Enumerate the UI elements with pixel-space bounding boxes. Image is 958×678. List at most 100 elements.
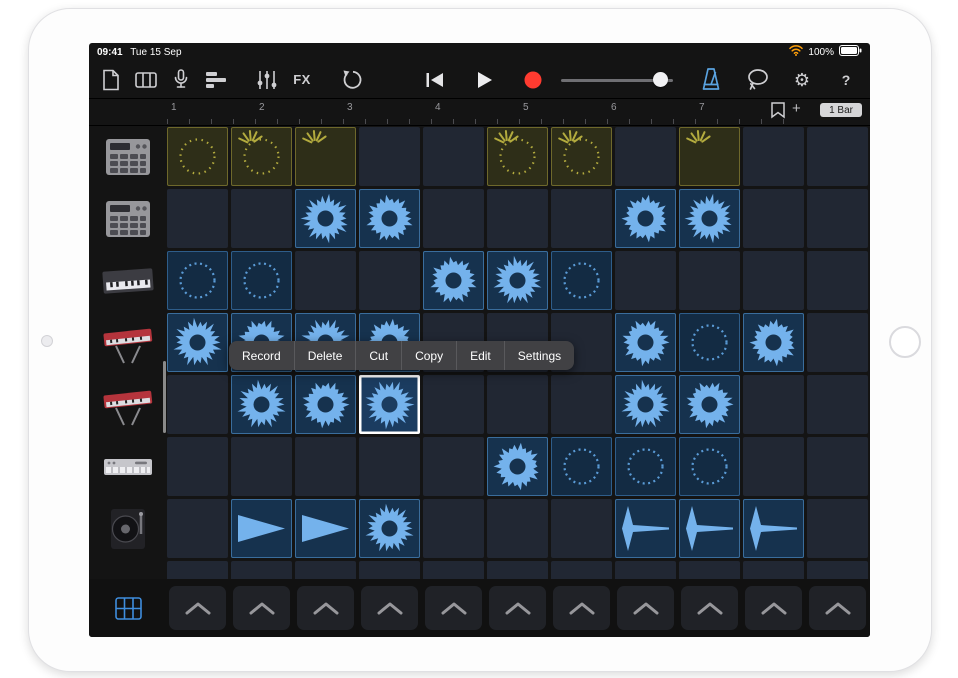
loop-cell-r3-c1[interactable] bbox=[167, 251, 228, 310]
loop-browser-icon[interactable] bbox=[746, 68, 770, 92]
loop-cell-r3-c2[interactable] bbox=[231, 251, 292, 310]
tracks-view-icon[interactable] bbox=[204, 68, 228, 92]
selected-loop-cell[interactable] bbox=[359, 375, 420, 434]
loop-cell-r2-c3[interactable] bbox=[295, 189, 356, 248]
column-trigger-7[interactable] bbox=[553, 586, 610, 630]
loop-cell-r2-c8[interactable] bbox=[615, 189, 676, 248]
loop-cell-r6-c7[interactable] bbox=[551, 437, 612, 496]
loop-cell-r1-c9[interactable] bbox=[679, 127, 740, 186]
loop-cell-r7-c1[interactable] bbox=[167, 499, 228, 558]
track-header-turntable[interactable] bbox=[89, 499, 167, 558]
menu-item-settings[interactable]: Settings bbox=[504, 341, 574, 370]
loop-cell-r2-c7[interactable] bbox=[551, 189, 612, 248]
loop-cell-r2-c6[interactable] bbox=[487, 189, 548, 248]
loop-cell-r1-c3[interactable] bbox=[295, 127, 356, 186]
track-header-red-keyboard-1[interactable] bbox=[89, 313, 167, 372]
loop-cell-r4-c1[interactable] bbox=[167, 313, 228, 372]
record-icon[interactable] bbox=[521, 68, 545, 92]
loop-cell-r7-c8[interactable] bbox=[615, 499, 676, 558]
loop-cell-r5-c2[interactable] bbox=[231, 375, 292, 434]
loop-cell-r7-c6[interactable] bbox=[487, 499, 548, 558]
loop-cell-r3-c8[interactable] bbox=[615, 251, 676, 310]
loop-cell-r8-c7[interactable] bbox=[551, 561, 612, 579]
loop-cell-r8-c1[interactable] bbox=[167, 561, 228, 579]
loop-cell-r5-c9[interactable] bbox=[679, 375, 740, 434]
loop-cell-r6-c5[interactable] bbox=[423, 437, 484, 496]
loop-cell-r2-c4[interactable] bbox=[359, 189, 420, 248]
volume-slider[interactable] bbox=[561, 77, 673, 83]
loop-cell-r8-c6[interactable] bbox=[487, 561, 548, 579]
loop-cell-r7-c2[interactable] bbox=[231, 499, 292, 558]
loop-cell-r3-c6[interactable] bbox=[487, 251, 548, 310]
mixer-icon[interactable] bbox=[255, 68, 279, 92]
loop-cell-r5-c10[interactable] bbox=[743, 375, 804, 434]
cell-grid-icon[interactable] bbox=[115, 597, 142, 625]
loop-cell-r6-c2[interactable] bbox=[231, 437, 292, 496]
volume-slider-knob[interactable] bbox=[653, 72, 668, 87]
loop-cell-r8-c9[interactable] bbox=[679, 561, 740, 579]
loop-cell-r3-c7[interactable] bbox=[551, 251, 612, 310]
settings-gear-icon[interactable]: ⚙ bbox=[790, 68, 814, 92]
loop-cell-r2-c2[interactable] bbox=[231, 189, 292, 248]
track-header-gray-keyboard[interactable] bbox=[89, 437, 167, 496]
loop-cell-r1-c7[interactable] bbox=[551, 127, 612, 186]
loop-cell-r2-c10[interactable] bbox=[743, 189, 804, 248]
loop-cell-r7-c7[interactable] bbox=[551, 499, 612, 558]
loop-cell-r8-c2[interactable] bbox=[231, 561, 292, 579]
column-trigger-3[interactable] bbox=[297, 586, 354, 630]
loop-cell-r2-c5[interactable] bbox=[423, 189, 484, 248]
loop-cell-r6-c8[interactable] bbox=[615, 437, 676, 496]
menu-item-copy[interactable]: Copy bbox=[401, 341, 456, 370]
loop-cell-r5-c11[interactable] bbox=[807, 375, 868, 434]
microphone-icon[interactable] bbox=[169, 68, 193, 92]
loop-cell-r8-c5[interactable] bbox=[423, 561, 484, 579]
home-button[interactable] bbox=[889, 326, 921, 358]
track-header-synth-keyboard[interactable] bbox=[89, 251, 167, 310]
loop-cell-r8-c3[interactable] bbox=[295, 561, 356, 579]
column-trigger-10[interactable] bbox=[745, 586, 802, 630]
loop-cell-r2-c9[interactable] bbox=[679, 189, 740, 248]
loop-cell-r4-c9[interactable] bbox=[679, 313, 740, 372]
grid-length-button[interactable]: 1 Bar bbox=[820, 103, 862, 117]
loop-cell-r6-c1[interactable] bbox=[167, 437, 228, 496]
loop-cell-r2-c11[interactable] bbox=[807, 189, 868, 248]
column-trigger-2[interactable] bbox=[233, 586, 290, 630]
loop-cell-r6-c4[interactable] bbox=[359, 437, 420, 496]
loop-cell-r5-c8[interactable] bbox=[615, 375, 676, 434]
track-header-drum-machine-2[interactable] bbox=[89, 189, 167, 248]
undo-icon[interactable] bbox=[341, 68, 365, 92]
fx-button[interactable]: FX bbox=[290, 68, 314, 92]
loop-cell-r3-c9[interactable] bbox=[679, 251, 740, 310]
loop-cell-r3-c3[interactable] bbox=[295, 251, 356, 310]
rewind-icon[interactable] bbox=[423, 68, 447, 92]
loop-cell-r2-c1[interactable] bbox=[167, 189, 228, 248]
loop-cell-r3-c10[interactable] bbox=[743, 251, 804, 310]
loop-cell-r1-c8[interactable] bbox=[615, 127, 676, 186]
loop-cell-r1-c5[interactable] bbox=[423, 127, 484, 186]
loop-cell-r1-c11[interactable] bbox=[807, 127, 868, 186]
loop-cell-r1-c4[interactable] bbox=[359, 127, 420, 186]
loop-cell-r6-c9[interactable] bbox=[679, 437, 740, 496]
loop-cell-r3-c5[interactable] bbox=[423, 251, 484, 310]
track-header-drum-machine-1[interactable] bbox=[89, 127, 167, 186]
loop-cell-r1-c10[interactable] bbox=[743, 127, 804, 186]
menu-item-edit[interactable]: Edit bbox=[456, 341, 504, 370]
loop-cell-r5-c7[interactable] bbox=[551, 375, 612, 434]
loop-cell-r7-c5[interactable] bbox=[423, 499, 484, 558]
loop-cell-r3-c11[interactable] bbox=[807, 251, 868, 310]
loop-cell-r8-c8[interactable] bbox=[615, 561, 676, 579]
loop-cell-r1-c1[interactable] bbox=[167, 127, 228, 186]
loop-cell-r6-c11[interactable] bbox=[807, 437, 868, 496]
menu-item-delete[interactable]: Delete bbox=[294, 341, 356, 370]
loop-cell-r4-c10[interactable] bbox=[743, 313, 804, 372]
column-trigger-8[interactable] bbox=[617, 586, 674, 630]
column-trigger-4[interactable] bbox=[361, 586, 418, 630]
help-icon[interactable]: ? bbox=[834, 68, 858, 92]
loop-cell-r1-c2[interactable] bbox=[231, 127, 292, 186]
loop-cell-r7-c4[interactable] bbox=[359, 499, 420, 558]
loop-cell-r5-c5[interactable] bbox=[423, 375, 484, 434]
play-icon[interactable] bbox=[472, 68, 496, 92]
loop-cell-r8-c10[interactable] bbox=[743, 561, 804, 579]
loop-cell-r7-c3[interactable] bbox=[295, 499, 356, 558]
loop-cell-r7-c11[interactable] bbox=[807, 499, 868, 558]
